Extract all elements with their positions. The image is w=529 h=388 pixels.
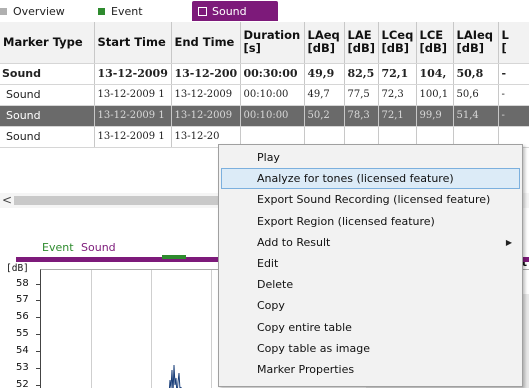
table-cell: 104, (416, 63, 454, 85)
table-header-row: Marker Type Start Time End Time Duration… (0, 22, 529, 64)
tab-overview[interactable]: Overview (0, 4, 65, 18)
tab-event-label: Event (111, 4, 143, 18)
table-row-selected[interactable]: Sound 13-12-2009 1 13-12-2009 00:10:00 5… (0, 105, 529, 127)
submenu-arrow-icon: ▶ (505, 237, 512, 247)
menu-item-copy-entire-table[interactable]: Copy entire table (219, 317, 522, 338)
legend-sound: Sound (81, 241, 116, 254)
y-tick-label: 54 (16, 345, 40, 356)
table-cell: - (498, 63, 529, 85)
table-cell: 13-12-2009 (171, 84, 241, 106)
table-cell: 72,1 (378, 63, 417, 85)
menu-item-delete[interactable]: Delete (219, 274, 522, 295)
table-cell: 13-12-2009 (94, 63, 172, 85)
menu-item-export-sound-recording[interactable]: Export Sound Recording (licensed feature… (219, 189, 522, 210)
y-tick-label: 53 (16, 362, 40, 373)
table-cell: 00:10:00 (240, 84, 305, 106)
menu-item-copy-table-as-image[interactable]: Copy table as image (219, 338, 522, 359)
table-cell: 82,5 (344, 63, 379, 85)
y-axis-label: [dB] (6, 263, 29, 274)
table-cell: 100,1 (416, 84, 454, 106)
tab-sound[interactable]: Sound (192, 1, 278, 21)
column-header[interactable]: LAIeq [dB] (453, 22, 499, 64)
column-header[interactable]: L[ (498, 22, 529, 64)
overview-square-icon (0, 7, 7, 15)
table-cell: 77,5 (344, 84, 379, 106)
table-cell: 13-12-200 (171, 63, 241, 85)
sound-checkbox-icon (198, 6, 207, 16)
menu-item-copy[interactable]: Copy (219, 295, 522, 316)
event-marker[interactable] (162, 255, 186, 259)
event-square-icon (98, 7, 105, 15)
column-header[interactable]: LAE [dB] (344, 22, 379, 64)
column-header[interactable]: End Time (171, 22, 241, 64)
menu-item-edit[interactable]: Edit (219, 253, 522, 274)
y-tick-label: 52 (16, 379, 40, 388)
scroll-left-arrow-icon[interactable]: < (2, 193, 12, 207)
column-header[interactable]: LCE [dB] (416, 22, 454, 64)
table-cell: 50,8 (453, 63, 499, 85)
column-header[interactable]: Duration [s] (240, 22, 305, 64)
menu-item-add-to-result[interactable]: Add to Result ▶ (219, 232, 522, 253)
table-row[interactable]: Sound 13-12-2009 13-12-200 00:30:00 49,9… (0, 63, 529, 85)
menu-item-marker-properties[interactable]: Marker Properties (219, 359, 522, 380)
y-tick-label: 56 (16, 311, 40, 322)
table-cell: Sound (0, 84, 95, 106)
table-cell: 72,1 (378, 105, 417, 127)
table-cell: Sound (0, 63, 95, 85)
y-tick-label: 58 (16, 278, 40, 289)
menu-item-export-region[interactable]: Export Region (licensed feature) (219, 211, 522, 232)
table-cell: 00:10:00 (240, 105, 305, 127)
legend-event: Event (42, 241, 74, 254)
column-header[interactable]: LAeq [dB] (304, 22, 345, 64)
column-header[interactable]: Marker Type (0, 22, 95, 64)
chart-legend: Event Sound (42, 241, 116, 254)
y-tick-label: 57 (16, 294, 40, 305)
menu-item-play[interactable]: Play (219, 147, 522, 168)
table-cell: Sound (0, 105, 95, 127)
table-cell: Sound (0, 126, 95, 148)
table-cell: 99,9 (416, 105, 454, 127)
menu-item-analyze-tones[interactable]: Analyze for tones (licensed feature) (221, 168, 520, 190)
table-cell: 78,3 (344, 105, 379, 127)
tab-overview-label: Overview (13, 4, 65, 18)
table-cell: 13-12-2009 1 (94, 105, 172, 127)
tab-sound-label: Sound (212, 4, 247, 18)
tab-event[interactable]: Event (98, 4, 143, 18)
y-tick-label: 55 (16, 328, 40, 339)
marker-filter-bar: Overview Event Sound (0, 0, 529, 22)
context-menu: Play Analyze for tones (licensed feature… (218, 144, 523, 387)
table-cell: - (498, 84, 529, 106)
table-cell: 50,6 (453, 84, 499, 106)
table-cell: 00:30:00 (240, 63, 305, 85)
table-cell: 13-12-2009 (171, 105, 241, 127)
table-row[interactable]: Sound 13-12-2009 1 13-12-2009 00:10:00 4… (0, 84, 529, 106)
table-cell: 13-12-2009 1 (94, 84, 172, 106)
table-cell: 49,9 (304, 63, 345, 85)
table-cell: 13-12-2009 1 (94, 126, 172, 148)
column-header[interactable]: LCeq [dB] (378, 22, 417, 64)
marker-table: Marker Type Start Time End Time Duration… (0, 22, 529, 148)
table-cell: - (498, 105, 529, 127)
table-cell: 72,3 (378, 84, 417, 106)
column-header[interactable]: Start Time (94, 22, 172, 64)
table-cell: 51,4 (453, 105, 499, 127)
table-cell: 49,7 (304, 84, 345, 106)
table-cell: 50,2 (304, 105, 345, 127)
